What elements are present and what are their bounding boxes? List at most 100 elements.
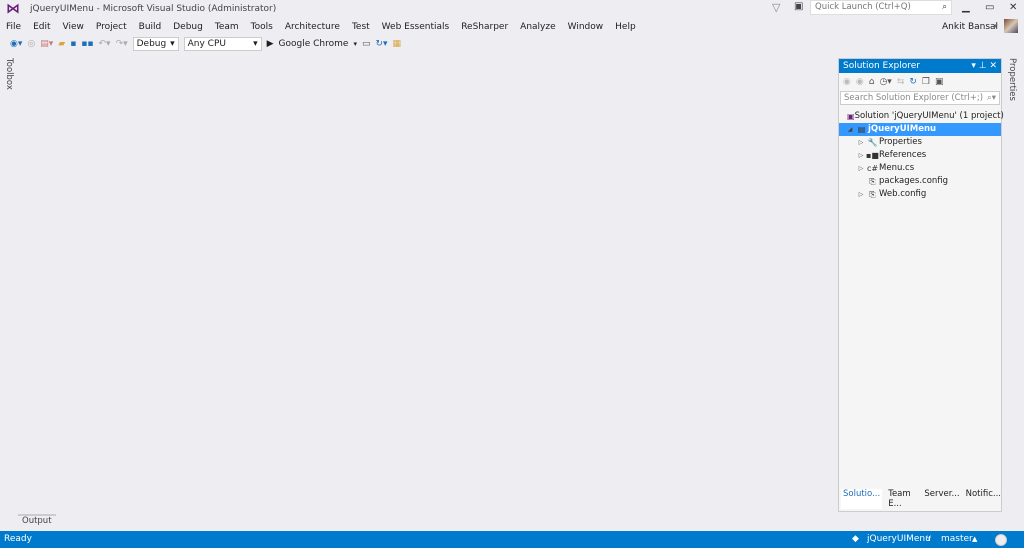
menu-edit[interactable]: Edit: [27, 19, 56, 35]
browser-link-icon[interactable]: ▭: [362, 39, 371, 49]
toolbox-tab[interactable]: Toolbox: [4, 58, 14, 90]
dropdown-icon[interactable]: ▾: [971, 61, 976, 71]
window-title: jQueryUIMenu - Microsoft Visual Studio (…: [30, 4, 277, 14]
close-icon[interactable]: ✕: [989, 61, 997, 71]
home-icon[interactable]: ⌂: [869, 77, 875, 87]
node-label: References: [879, 150, 927, 160]
collapsed-arrow-icon[interactable]: ▷: [856, 149, 866, 162]
pin-icon[interactable]: ⊥: [979, 61, 987, 71]
menu-web-essentials[interactable]: Web Essentials: [376, 19, 456, 35]
solution-node[interactable]: ▣ Solution 'jQueryUIMenu' (1 project): [839, 110, 1004, 123]
forward-icon[interactable]: ◉: [856, 77, 864, 87]
menu-resharper[interactable]: ReSharper: [455, 19, 514, 35]
menu-team[interactable]: Team: [209, 19, 245, 35]
chevron-down-icon: ▾: [170, 38, 175, 49]
toolbar: ◉▾ ◎ ▤▾ ▰ ▪ ▪▪ ↶▾ ↷▾ Debug ▾ Any CPU ▾ ▶ G…: [10, 35, 401, 52]
run-target-button[interactable]: Google Chrome: [279, 39, 349, 49]
node-label: Menu.cs: [879, 163, 915, 173]
refresh-icon[interactable]: ↻▾: [375, 39, 387, 49]
redo-icon[interactable]: ↷▾: [116, 39, 128, 49]
notification-icon[interactable]: [995, 534, 1007, 546]
forward-icon[interactable]: ◎: [27, 39, 35, 49]
node-label: jQueryUIMenu: [868, 124, 937, 134]
collapsed-arrow-icon[interactable]: ▷: [856, 188, 866, 201]
find-icon[interactable]: ▦: [393, 39, 402, 49]
configuration-dropdown[interactable]: Debug ▾: [132, 36, 179, 51]
search-placeholder: Search Solution Explorer (Ctrl+;): [844, 93, 984, 103]
show-all-files-icon[interactable]: ▣: [935, 77, 944, 87]
feedback-icon[interactable]: ▣: [794, 1, 803, 12]
back-icon[interactable]: ◉▾: [10, 39, 22, 49]
quick-launch-input[interactable]: Quick Launch (Ctrl+Q) ⌕: [810, 0, 952, 15]
user-name[interactable]: Ankit Bansal: [942, 22, 998, 32]
csharp-file-icon: c#: [866, 164, 879, 173]
search-solution-explorer-input[interactable]: Search Solution Explorer (Ctrl+;) ⌕▾: [840, 91, 1000, 105]
config-file-icon: ⎘: [869, 190, 876, 199]
menu-architecture[interactable]: Architecture: [279, 19, 346, 35]
branch-name[interactable]: master: [941, 531, 973, 548]
play-icon[interactable]: ▶: [267, 39, 274, 49]
config-file-icon: ⎘: [869, 177, 876, 186]
solution-icon: ▣: [847, 112, 855, 121]
menu-view[interactable]: View: [57, 19, 90, 35]
solution-explorer-header: Solution Explorer ▾ ⊥ ✕: [839, 59, 1001, 73]
tree-item-web-config[interactable]: ▷ ⎘ Web.config: [839, 188, 1001, 201]
platform-dropdown[interactable]: Any CPU ▾: [183, 36, 262, 51]
solution-explorer-panel: Solution Explorer ▾ ⊥ ✕ ◉ ◉ ⌂ ◷▾ ⇆ ↻ ❐ ▣…: [838, 58, 1004, 512]
save-all-icon[interactable]: ▪▪: [81, 39, 93, 49]
solution-explorer-toolbar: ◉ ◉ ⌂ ◷▾ ⇆ ↻ ❐ ▣: [839, 73, 1001, 91]
menu-project[interactable]: Project: [90, 19, 133, 35]
menu-window[interactable]: Window: [562, 19, 610, 35]
menu-build[interactable]: Build: [133, 19, 168, 35]
user-dropdown-icon[interactable]: ▾: [994, 22, 998, 30]
filter-icon[interactable]: ▽: [772, 1, 780, 14]
node-label: Properties: [879, 137, 922, 147]
close-button[interactable]: ✕: [1009, 2, 1017, 13]
platform-value: Any CPU: [187, 38, 226, 49]
status-text: Ready: [4, 534, 32, 544]
pending-changes-icon[interactable]: ◷▾: [879, 77, 891, 87]
back-icon[interactable]: ◉: [843, 77, 851, 87]
chevron-down-icon[interactable]: ▾: [353, 40, 357, 48]
tree-item-menu-cs[interactable]: ▷ c# Menu.cs: [839, 162, 1001, 175]
tab-team-explorer[interactable]: Team E...: [888, 489, 918, 509]
node-label: Solution 'jQueryUIMenu' (1 project): [854, 111, 1004, 121]
menu-tools[interactable]: Tools: [245, 19, 279, 35]
collapsed-arrow-icon[interactable]: ▷: [856, 162, 866, 175]
menu-help[interactable]: Help: [609, 19, 642, 35]
new-project-icon[interactable]: ▤▾: [40, 39, 53, 49]
repo-name[interactable]: jQueryUIMenu: [867, 531, 931, 548]
properties-tab[interactable]: Properties: [1007, 58, 1017, 101]
tab-notifications[interactable]: Notific...: [966, 489, 1001, 509]
menu-analyze[interactable]: Analyze: [514, 19, 561, 35]
node-label: Web.config: [879, 189, 927, 199]
collapsed-arrow-icon[interactable]: ▷: [856, 136, 866, 149]
menu-test[interactable]: Test: [346, 19, 376, 35]
minimize-button[interactable]: ▁: [962, 2, 970, 13]
node-label: packages.config: [879, 176, 949, 186]
git-icon: ◆: [852, 534, 859, 544]
tree-item-references[interactable]: ▷ ▪■ References: [839, 149, 1001, 162]
vs-logo-icon: ⋈: [6, 1, 20, 17]
branch-up-icon[interactable]: ▲: [972, 531, 977, 548]
save-icon[interactable]: ▪: [70, 39, 76, 49]
menu-debug[interactable]: Debug: [167, 19, 209, 35]
refresh-icon[interactable]: ↻: [909, 77, 917, 87]
panel-tabs: Solutio... Team E... Server... Notific..…: [839, 489, 1001, 509]
tab-solution-explorer[interactable]: Solutio...: [841, 489, 883, 509]
search-icon: ⌕▾: [986, 93, 996, 103]
references-icon: ▪■: [866, 151, 879, 160]
expanded-arrow-icon[interactable]: ◢: [845, 123, 855, 136]
open-file-icon[interactable]: ▰: [58, 39, 65, 49]
tree-item-properties[interactable]: ▷ 🔧 Properties: [839, 136, 1001, 149]
undo-icon[interactable]: ↶▾: [99, 39, 111, 49]
menu-file[interactable]: File: [0, 19, 27, 35]
project-node[interactable]: ◢ ▤ jQueryUIMenu: [839, 123, 1001, 136]
sync-icon[interactable]: ⇆: [897, 77, 905, 87]
avatar[interactable]: [1004, 19, 1018, 33]
maximize-button[interactable]: ▭: [985, 2, 994, 13]
tree-item-packages-config[interactable]: ⎘ packages.config: [839, 175, 1001, 188]
collapse-all-icon[interactable]: ❐: [922, 77, 930, 87]
output-tab[interactable]: Output: [18, 514, 56, 526]
tab-server-explorer[interactable]: Server...: [924, 489, 959, 509]
